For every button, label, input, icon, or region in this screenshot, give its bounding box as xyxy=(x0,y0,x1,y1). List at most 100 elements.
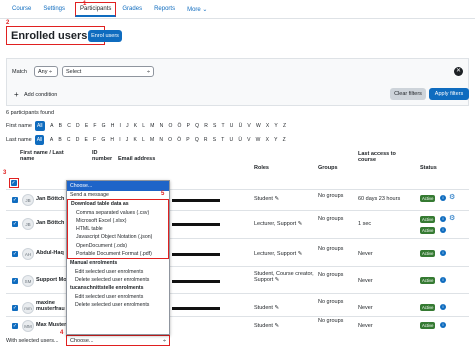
first-initial[interactable]: W xyxy=(253,123,263,129)
filter-type-select[interactable]: Select ÷ xyxy=(62,66,154,77)
first-initial[interactable]: I xyxy=(117,123,124,129)
user-name-link[interactable]: maxine musterfrau xyxy=(36,300,65,312)
first-initial[interactable]: V xyxy=(245,123,254,129)
last-initial[interactable]: Ü xyxy=(236,137,245,143)
last-initial[interactable]: Z xyxy=(280,137,288,143)
first-initial[interactable]: N xyxy=(157,123,166,129)
first-initial[interactable]: O xyxy=(166,123,175,129)
last-initial[interactable]: S xyxy=(210,137,219,143)
first-initial[interactable]: Ü xyxy=(236,123,245,129)
first-initial[interactable]: Ö xyxy=(175,123,184,129)
first-initial[interactable]: R xyxy=(202,123,211,129)
dd-option-pdf[interactable]: Portable Document Format (.pdf) xyxy=(68,250,168,258)
last-initial[interactable]: E xyxy=(82,137,91,143)
remove-filter-icon[interactable]: ✕ xyxy=(454,67,463,76)
plus-icon[interactable]: + xyxy=(14,90,19,99)
last-initial[interactable]: M xyxy=(147,137,156,143)
nav-grades[interactable]: Grades xyxy=(116,6,148,12)
last-initial[interactable]: P xyxy=(184,137,193,143)
info-icon[interactable]: i xyxy=(440,250,446,256)
dd-option-json[interactable]: Javascript Object Notation (.json) xyxy=(68,233,168,241)
column-header-email[interactable]: Email address xyxy=(118,156,155,162)
last-initial[interactable]: N xyxy=(157,137,166,143)
info-icon[interactable]: i xyxy=(440,195,446,201)
dd-option-csv[interactable]: Comma separated values (.csv) xyxy=(68,209,168,217)
first-initial[interactable]: K xyxy=(131,123,140,129)
row-checkbox[interactable]: ✓ xyxy=(12,197,18,203)
nav-settings[interactable]: Settings xyxy=(37,6,71,12)
row-checkbox[interactable]: ✓ xyxy=(12,251,18,257)
last-initial[interactable]: Ö xyxy=(175,137,184,143)
nav-more[interactable]: More ⌄ xyxy=(181,6,213,13)
dd-option-tucan-edit[interactable]: Edit selected user enrolments xyxy=(67,293,169,301)
user-name-link[interactable]: Jan Böttch xyxy=(36,220,64,226)
apply-filters-button[interactable]: Apply filters xyxy=(429,88,469,100)
row-checkbox[interactable]: ✓ xyxy=(12,221,18,227)
first-initial[interactable]: U xyxy=(227,123,236,129)
last-initial[interactable]: O xyxy=(166,137,175,143)
row-checkbox[interactable]: ✓ xyxy=(12,323,18,329)
last-initial[interactable]: J xyxy=(123,137,131,143)
last-initial[interactable]: X xyxy=(263,137,272,143)
last-initial[interactable]: R xyxy=(201,137,210,143)
select-all-checkbox[interactable]: ✓ xyxy=(10,179,17,186)
nav-course[interactable]: Course xyxy=(6,6,37,12)
bulk-action-select[interactable]: Choose... ÷ xyxy=(66,335,170,346)
last-initial[interactable]: G xyxy=(99,137,108,143)
last-initial[interactable]: C xyxy=(64,137,73,143)
last-initial[interactable]: Y xyxy=(272,137,281,143)
info-icon[interactable]: i xyxy=(440,227,446,233)
last-initial[interactable]: H xyxy=(108,137,117,143)
user-name-link[interactable]: Abdul-Haq xyxy=(36,250,64,256)
enrol-users-button[interactable]: Enrol users xyxy=(88,30,122,42)
first-initial[interactable]: T xyxy=(219,123,227,129)
user-name-link[interactable]: Max Muster xyxy=(36,322,66,328)
nav-participants[interactable]: Participants xyxy=(75,1,117,17)
first-initial[interactable]: L xyxy=(140,123,148,129)
dd-option-choose[interactable]: Choose... xyxy=(67,181,169,191)
first-initial[interactable]: P xyxy=(184,123,193,129)
dd-option-manual-edit[interactable]: Edit selected user enrolments xyxy=(67,268,169,276)
nav-reports[interactable]: Reports xyxy=(148,6,181,12)
user-name-link[interactable]: Jan Böttch xyxy=(36,196,64,202)
last-initial[interactable]: D xyxy=(73,137,82,143)
last-name-all[interactable]: All xyxy=(34,135,45,145)
gear-icon[interactable]: ⚙ xyxy=(449,194,455,201)
last-initial[interactable]: Q xyxy=(192,137,201,143)
row-checkbox[interactable]: ✓ xyxy=(12,305,18,311)
dd-option-send-message[interactable]: Send a message xyxy=(67,191,169,199)
last-initial[interactable]: T xyxy=(219,137,227,143)
column-header-last-access[interactable]: Last access to course xyxy=(358,151,404,163)
user-roles[interactable]: Student ✎ xyxy=(254,305,279,311)
info-icon[interactable]: i xyxy=(440,322,446,328)
add-condition-link[interactable]: Add condition xyxy=(24,92,57,98)
first-initial[interactable]: B xyxy=(56,123,65,129)
first-initial[interactable]: Z xyxy=(280,123,288,129)
info-icon[interactable]: i xyxy=(440,304,446,310)
clear-filters-button[interactable]: Clear filters xyxy=(390,88,426,100)
last-initial[interactable]: U xyxy=(227,137,236,143)
user-roles[interactable]: Lecturer, Support ✎ xyxy=(254,221,302,227)
dd-option-html[interactable]: HTML table xyxy=(68,225,168,233)
user-name-link[interactable]: Support Mo xyxy=(36,277,67,283)
last-initial[interactable]: L xyxy=(139,137,147,143)
first-initial[interactable]: E xyxy=(82,123,91,129)
first-initial[interactable]: F xyxy=(91,123,99,129)
first-initial[interactable]: H xyxy=(108,123,117,129)
first-initial[interactable]: M xyxy=(148,123,157,129)
last-initial[interactable]: V xyxy=(245,137,254,143)
last-initial[interactable]: I xyxy=(117,137,124,143)
first-initial[interactable]: X xyxy=(263,123,272,129)
dd-option-xlsx[interactable]: Microsoft Excel (.xlsx) xyxy=(68,217,168,225)
first-initial[interactable]: C xyxy=(65,123,74,129)
first-initial[interactable]: G xyxy=(99,123,108,129)
match-select[interactable]: Any ÷ xyxy=(34,66,58,77)
dd-option-manual-delete[interactable]: Delete selected user enrolments xyxy=(67,276,169,284)
last-initial[interactable]: F xyxy=(90,137,98,143)
row-checkbox[interactable]: ✓ xyxy=(12,278,18,284)
column-header-id[interactable]: ID number xyxy=(92,150,114,162)
first-initial[interactable]: S xyxy=(210,123,219,129)
last-initial[interactable]: A xyxy=(47,137,56,143)
first-name-all[interactable]: All xyxy=(34,121,45,131)
first-initial[interactable]: D xyxy=(73,123,82,129)
